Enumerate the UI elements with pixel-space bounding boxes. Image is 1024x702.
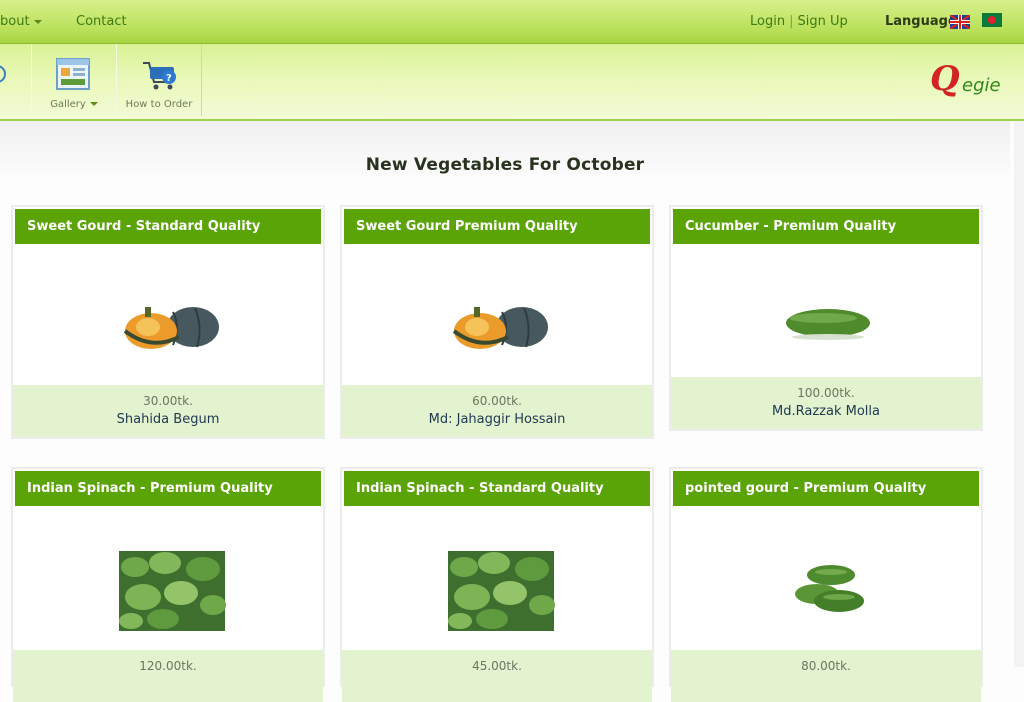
bangladesh-flag-icon[interactable] xyxy=(982,13,1002,27)
product-footer: 60.00tk. Md: Jahaggir Hossain xyxy=(342,385,652,437)
product-title[interactable]: pointed gourd - Premium Quality xyxy=(673,471,979,506)
product-title[interactable]: Sweet Gourd - Standard Quality xyxy=(15,209,321,244)
page-title: New Vegetables For October xyxy=(365,155,645,175)
cucumber-icon xyxy=(786,309,870,340)
product-title[interactable]: Sweet Gourd Premium Quality xyxy=(344,209,650,244)
product-footer: 45.00tk. xyxy=(342,650,652,702)
spinach-icon xyxy=(448,551,555,631)
nav-about[interactable]: bout xyxy=(0,14,42,29)
product-seller: Md.Razzak Molla xyxy=(772,404,880,419)
product-price: 60.00tk. xyxy=(472,394,522,408)
product-seller: Shahida Begum xyxy=(116,412,220,427)
top-nav-bar: bout Contact Login | Sign Up Language xyxy=(0,0,1024,44)
pumpkin-icon xyxy=(123,307,219,349)
product-price: 30.00tk. xyxy=(143,394,193,408)
product-price: 45.00tk. xyxy=(472,659,522,673)
scrollbar[interactable] xyxy=(1014,121,1024,667)
login-link[interactable]: Login xyxy=(750,14,785,29)
product-title[interactable]: Indian Spinach - Premium Quality xyxy=(15,471,321,506)
pumpkin-icon xyxy=(452,307,548,349)
gallery-icon xyxy=(56,58,90,90)
product-footer: 80.00tk. xyxy=(671,650,981,702)
product-card[interactable]: Sweet Gourd - Standard Quality 30.00tk. … xyxy=(11,205,325,439)
product-title[interactable]: Indian Spinach - Standard Quality xyxy=(344,471,650,506)
product-price: 80.00tk. xyxy=(801,659,851,673)
nav-about-label: bout xyxy=(0,14,30,29)
how-to-order-button[interactable]: ? How to Order xyxy=(116,44,202,116)
chevron-down-icon xyxy=(33,19,42,24)
product-card[interactable]: Indian Spinach - Premium Quality 120.00t… xyxy=(11,467,325,702)
auth-links: Login | Sign Up xyxy=(750,14,848,29)
qvegie-logo[interactable]: Q egie xyxy=(930,59,1020,99)
nav-contact[interactable]: Contact xyxy=(76,14,127,29)
toolbar-button-partial[interactable] xyxy=(0,44,32,116)
logo-text: egie xyxy=(962,75,1001,96)
chevron-down-icon xyxy=(89,102,98,106)
product-seller: Md: Jahaggir Hossain xyxy=(428,412,566,427)
gallery-text: Gallery xyxy=(50,99,86,110)
auth-separator: | xyxy=(789,14,794,29)
product-card[interactable]: Sweet Gourd Premium Quality 60.00tk. Md:… xyxy=(340,205,654,439)
product-title[interactable]: Cucumber - Premium Quality xyxy=(673,209,979,244)
svg-text:?: ? xyxy=(166,73,172,84)
shopping-cart-icon: ? xyxy=(143,62,176,90)
language-label: Language xyxy=(885,14,957,29)
product-footer: 30.00tk. Shahida Begum xyxy=(13,385,323,437)
globe-icon xyxy=(0,65,6,83)
product-price: 120.00tk. xyxy=(139,659,197,673)
product-card[interactable]: pointed gourd - Premium Quality 80.00tk. xyxy=(669,467,983,702)
product-card[interactable]: Indian Spinach - Standard Quality 45.00t… xyxy=(340,467,654,702)
how-to-order-label: How to Order xyxy=(125,99,193,110)
uk-flag-icon[interactable] xyxy=(950,15,970,29)
product-card[interactable]: Cucumber - Premium Quality 100.00tk. Md.… xyxy=(669,205,983,431)
signup-link[interactable]: Sign Up xyxy=(797,14,847,29)
toolbar: Gallery ? How to Order Q egie xyxy=(0,44,1024,121)
gallery-button[interactable]: Gallery xyxy=(31,44,117,116)
logo-q: Q xyxy=(930,59,960,99)
product-price: 100.00tk. xyxy=(797,386,855,400)
gallery-label: Gallery xyxy=(32,99,116,110)
pointed-gourd-icon xyxy=(795,565,864,612)
spinach-icon xyxy=(119,551,226,631)
product-footer: 120.00tk. xyxy=(13,650,323,702)
product-footer: 100.00tk. Md.Razzak Molla xyxy=(671,377,981,429)
